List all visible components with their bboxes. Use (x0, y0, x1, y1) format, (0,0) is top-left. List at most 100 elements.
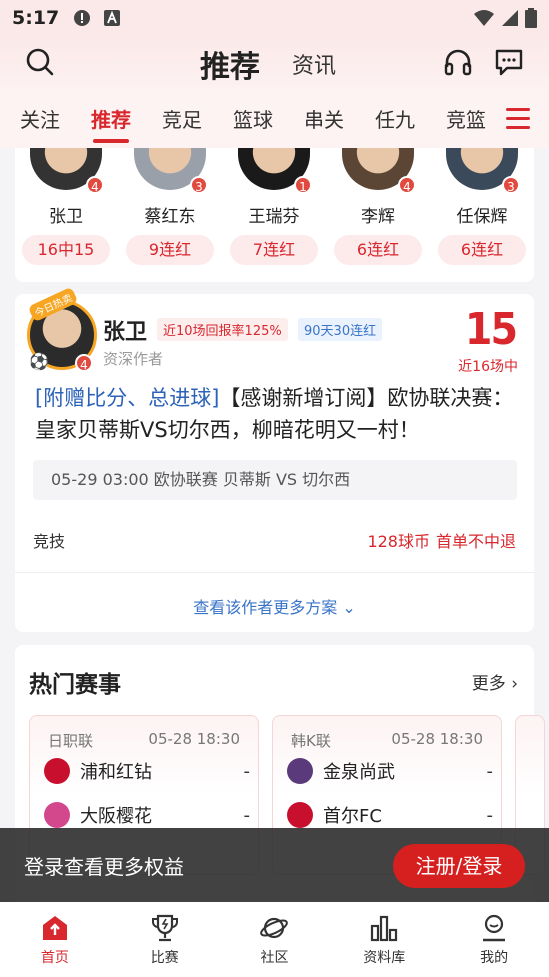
headline-highlight: [附赠比分、总进球] (35, 386, 220, 410)
expert-stat: 16中15 (22, 235, 110, 265)
avatar: 1 (238, 148, 312, 194)
trophy-icon (151, 914, 178, 941)
team-score: - (486, 804, 494, 826)
avatar: 3 (446, 148, 520, 194)
expert-item[interactable]: 1 王瑞芬 7连红 (229, 148, 319, 265)
chevron-down-icon: ⌄ (342, 598, 356, 617)
divider (15, 572, 534, 573)
expert-name: 张卫 (49, 207, 83, 227)
top-bar: 推荐 资讯 (0, 36, 549, 88)
tab-parlay[interactable]: 串关 (304, 104, 344, 133)
expert-stat: 6连红 (438, 235, 526, 265)
author-name[interactable]: 张卫 (103, 314, 147, 346)
headphones-icon (444, 49, 472, 76)
home-team: 金泉尚武 - (287, 756, 497, 786)
hit-label: 近16场中 (458, 359, 518, 375)
price-info: 128球币 首单不中退 (367, 528, 516, 552)
avatar: 3 (134, 148, 208, 194)
level-badge: 3 (190, 176, 208, 194)
message-icon (495, 49, 523, 76)
league-name: 韩K联 (291, 732, 331, 750)
login-prompt-bar: 登录查看更多权益 注册/登录 (0, 828, 549, 902)
status-time: 5:17 (12, 7, 60, 29)
team-name: 大阪樱花 (80, 806, 152, 827)
tab-jingzu[interactable]: 竞足 (162, 104, 202, 133)
tab-renjiu[interactable]: 任九 (375, 104, 415, 133)
away-team: 首尔FC - (287, 800, 497, 830)
headphones-button[interactable] (438, 42, 478, 82)
more-matches-link[interactable]: 更多 › (472, 669, 518, 694)
chevron-right-icon: › (511, 674, 518, 694)
sport-type: 竞技 (33, 532, 66, 551)
price: 128球币 (367, 532, 430, 551)
expert-name: 任保辉 (456, 207, 508, 227)
status-bar: 5:17 (0, 0, 549, 36)
avatar: 4 (30, 148, 104, 194)
level-badge: 4 (75, 354, 93, 372)
battery-icon (525, 8, 537, 28)
tab-recommend[interactable]: 推荐 (91, 104, 131, 143)
return-rate-tag: 近10场回报率125% (157, 318, 288, 341)
font-app-icon (104, 10, 121, 26)
nav-matches[interactable]: 比赛 (110, 902, 220, 977)
featured-post[interactable]: 今日热卖 ⚽ 4 张卫 近10场回报率125% 90天30连红 资深作者 15 … (15, 286, 534, 632)
home-team: 浦和红钻 - (44, 756, 254, 786)
nav-home[interactable]: 首页 (0, 902, 110, 977)
streak-tag: 90天30连红 (298, 318, 383, 341)
search-button[interactable] (20, 42, 60, 82)
alert-icon (74, 10, 91, 26)
register-login-button[interactable]: 注册/登录 (393, 844, 525, 888)
expert-stat: 7连红 (230, 235, 318, 265)
chart-icon (371, 915, 398, 941)
post-headline[interactable]: [附赠比分、总进球]【感谢新增订阅】欧协联决赛：皇家贝蒂斯VS切尔西，柳暗花明又… (35, 382, 515, 446)
home-icon (42, 915, 67, 940)
team-score: - (243, 760, 251, 782)
away-team: 大阪樱花 - (44, 800, 254, 830)
nav-database[interactable]: 资料库 (329, 902, 439, 977)
team-logo-icon (44, 758, 70, 784)
tab-basketball[interactable]: 篮球 (233, 104, 273, 133)
match-info: 05-29 03:00 欧协联赛 贝蒂斯 VS 切尔西 (33, 460, 517, 500)
tab-follow[interactable]: 关注 (20, 104, 60, 133)
login-prompt-text: 登录查看更多权益 (24, 854, 184, 879)
team-name: 首尔FC (323, 806, 382, 827)
team-name: 金泉尚武 (323, 762, 395, 783)
level-badge: 1 (294, 176, 312, 194)
category-tabs: 关注 推荐 竞足 篮球 串关 任九 竞篮 (0, 88, 549, 148)
more-plans-link[interactable]: 查看该作者更多方案 ⌄ (15, 594, 534, 618)
level-badge: 3 (502, 176, 520, 194)
wifi-icon (474, 10, 494, 26)
team-logo-icon (287, 758, 313, 784)
news-tab[interactable]: 资讯 (292, 48, 336, 80)
search-icon (26, 48, 54, 76)
team-logo-icon (44, 802, 70, 828)
refund-note: 首单不中退 (435, 532, 516, 551)
expert-stat: 9连红 (126, 235, 214, 265)
nav-profile[interactable]: 我的 (439, 902, 549, 977)
messages-button[interactable] (489, 42, 529, 82)
expert-item[interactable]: 3 任保辉 6连红 (437, 148, 527, 265)
team-score: - (486, 760, 494, 782)
expert-item[interactable]: 4 张卫 16中15 (21, 148, 111, 265)
planet-icon (260, 917, 289, 938)
tabs-menu-button[interactable] (487, 88, 549, 148)
soccer-ball-icon: ⚽ (29, 352, 49, 371)
page-title[interactable]: 推荐 (200, 42, 260, 86)
match-time: 05-28 18:30 (391, 730, 483, 748)
bottom-nav: 首页 比赛 社区 资料库 我的 (0, 902, 549, 977)
tab-jinglan[interactable]: 竞篮 (446, 104, 486, 133)
signal-icon (502, 10, 518, 26)
expert-name: 蔡红东 (144, 207, 196, 227)
level-badge: 4 (398, 176, 416, 194)
expert-item[interactable]: 4 李辉 6连红 (333, 148, 423, 265)
author-role: 资深作者 (103, 350, 164, 368)
avatar: 4 (342, 148, 416, 194)
section-title: 热门赛事 (29, 672, 121, 698)
team-name: 浦和红钻 (80, 762, 152, 783)
match-time: 05-28 18:30 (148, 730, 240, 748)
team-logo-icon (287, 802, 313, 828)
person-icon (483, 914, 506, 941)
league-name: 日职联 (48, 732, 94, 750)
expert-item[interactable]: 3 蔡红东 9连红 (125, 148, 215, 265)
nav-community[interactable]: 社区 (220, 902, 330, 977)
